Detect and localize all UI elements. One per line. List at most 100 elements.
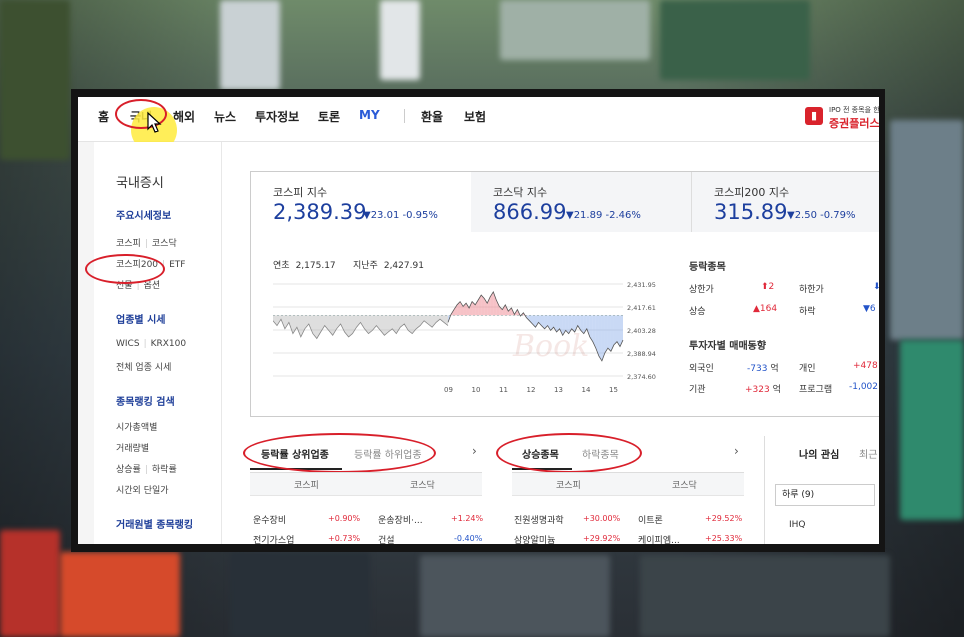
fall-label: 하락	[799, 307, 816, 317]
stock-name[interactable]: 이트론	[638, 513, 663, 526]
sidebar-link-options[interactable]: 옵션	[144, 281, 161, 291]
sidebar-link-pair: WICS | KRX100	[116, 339, 187, 349]
kospi-intraday-chart: 2,431.95 2,417.61 2,403.28 2,388.94 2,374.60…	[273, 281, 656, 394]
sidebar-gutter	[78, 142, 94, 544]
foreign-label: 외국인	[689, 364, 714, 374]
tab-kospi-index[interactable]: 코스피 지수 2,389.39 ▼23.01 -0.95%	[251, 172, 471, 232]
stock-name[interactable]: 삼양알미늄	[514, 533, 555, 544]
chart-logo-icon: ▮	[805, 107, 823, 125]
y-tick-label: 2,374.60	[627, 373, 656, 381]
sector-name[interactable]: 운수장비	[253, 513, 286, 526]
investors-title: 투자자별 매매동향	[689, 341, 767, 352]
watermark: Book	[512, 329, 589, 364]
fall-value: ▼6	[863, 304, 876, 314]
index-value: 2,389.39	[273, 200, 367, 224]
program-value: -1,002	[849, 382, 879, 392]
sidebar-link-kospi[interactable]: 코스피	[116, 239, 141, 249]
sidebar-link-after-hours[interactable]: 시간외 단일가	[116, 483, 169, 496]
sidebar-link-wics[interactable]: WICS	[116, 339, 140, 349]
sector-change: +1.24%	[451, 514, 484, 523]
institution-label: 기관	[689, 385, 706, 395]
session-area-segment	[613, 315, 617, 345]
nav-discussion[interactable]: 토론	[318, 108, 340, 125]
index-panel: 코스피 지수 2,389.39 ▼23.01 -0.95% 코스닥 지수 866…	[250, 171, 879, 417]
session-area-segment	[469, 301, 473, 316]
tab-my-interest[interactable]: 나의 관심	[799, 446, 839, 461]
chevron-right-icon[interactable]: ›	[472, 444, 477, 458]
lower-limit-icon: ⬇	[873, 282, 879, 292]
sidebar-link-krx100[interactable]: KRX100	[151, 339, 187, 349]
x-tick-label: 12	[527, 386, 536, 394]
sidebar-link-all-sectors[interactable]: 전체 업종 시세	[116, 360, 171, 373]
column-kospi: 코스피	[294, 481, 319, 491]
nav-home[interactable]: 홈	[98, 108, 109, 125]
index-change: ▼23.01 -0.95%	[363, 210, 438, 221]
stock-name[interactable]: 케이피엠...	[638, 533, 680, 544]
institution-value: +323 억	[745, 385, 781, 395]
tab-recent[interactable]: 최근	[859, 446, 877, 461]
sidebar-link-market-cap[interactable]: 시가총액별	[116, 420, 157, 433]
sidebar-section-main-quotes[interactable]: 주요시세정보	[116, 207, 171, 222]
index-name: 코스피200 지수	[714, 186, 790, 199]
nav-insurance[interactable]: 보험	[464, 108, 486, 125]
chevron-right-icon[interactable]: ›	[734, 444, 739, 458]
nav-exchange-rate[interactable]: 환율	[421, 108, 443, 125]
sidebar-link-volume[interactable]: 거래량별	[116, 441, 149, 454]
sidebar-section-ranking-search[interactable]: 종목랭킹 검색	[116, 393, 175, 408]
sidebar-link-etf[interactable]: ETF	[169, 260, 185, 270]
nav-investment-info[interactable]: 투자정보	[255, 108, 299, 125]
nav-overseas[interactable]: 해외	[173, 108, 195, 125]
session-area-segment	[502, 304, 506, 316]
stock-change: +29.52%	[705, 514, 743, 523]
rise-value: ▲164	[753, 304, 778, 314]
sector-name[interactable]: 운송장비·...	[378, 513, 423, 526]
y-tick-label: 2,431.95	[627, 281, 656, 289]
chart-y-ticks: 2,431.95 2,417.61 2,403.28 2,388.94 2,374.60	[627, 281, 656, 381]
sidebar-section-sector-quotes[interactable]: 업종별 시세	[116, 311, 165, 326]
sector-name[interactable]: 건설	[378, 533, 395, 544]
sidebar-title: 국내증시	[116, 176, 164, 191]
session-area-segment	[607, 315, 611, 352]
promo-banner[interactable]: ▮ IPO 전 종목을 한 증권플러스	[805, 105, 879, 131]
my-watchlist-box: 나의 관심 최근 하루 (9) IHQ	[764, 436, 879, 544]
sector-name[interactable]: 전기가스업	[253, 533, 294, 544]
individual-label: 개인	[799, 364, 816, 374]
watchlist-select[interactable]: 하루 (9)	[775, 484, 875, 506]
promo-caption: IPO 전 종목을 한	[829, 106, 879, 114]
x-tick-label: 15	[609, 386, 618, 394]
sector-quotes-annotation-circle	[85, 254, 165, 284]
sidebar-section-broker-ranking[interactable]: 거래원별 종목랭킹	[116, 516, 193, 531]
sidebar-link-losers[interactable]: 하락률	[152, 465, 177, 475]
sector-change: +0.73%	[328, 534, 361, 543]
rising-stocks-annotation-circle	[496, 433, 642, 473]
index-change: ▼2.50 -0.79%	[787, 210, 856, 221]
stock-change: +29.92%	[583, 534, 621, 543]
nav-news[interactable]: 뉴스	[214, 108, 236, 125]
sidebar-link-kosdaq[interactable]: 코스닥	[152, 239, 177, 249]
tab-kospi200-index[interactable]: 코스피200 지수 315.89 ▼2.50 -0.79%	[691, 172, 879, 232]
tab-kosdaq-index[interactable]: 코스닥 지수 866.99 ▼21.89 -2.46%	[471, 172, 691, 232]
nav-divider	[404, 109, 405, 123]
watchlist-item[interactable]: IHQ	[789, 520, 806, 530]
movers-title: 등락종목	[689, 262, 726, 273]
y-tick-label: 2,417.61	[627, 304, 656, 312]
sector-change: +0.90%	[328, 514, 361, 523]
index-value: 315.89	[714, 200, 788, 224]
session-area-segment	[604, 315, 608, 353]
top-sectors-annotation-circle	[243, 433, 436, 473]
sector-column-header: 코스피 코스닥	[250, 472, 482, 496]
index-change: ▼21.89 -2.46%	[566, 210, 641, 221]
pre-open-area	[273, 315, 448, 339]
stock-name[interactable]: 진원생명과학	[514, 513, 564, 526]
column-kosdaq: 코스닥	[672, 481, 697, 491]
x-tick-label: 09	[444, 386, 453, 394]
nav-my[interactable]: MY	[359, 108, 380, 122]
index-value: 866.99	[493, 200, 567, 224]
sector-change: -0.40%	[454, 534, 483, 543]
sidebar-link-gainers[interactable]: 상승률	[116, 465, 141, 475]
mouse-pointer-icon	[147, 112, 162, 133]
foreign-value: -733 억	[747, 364, 779, 374]
chart-x-ticks: 09 10 11 12 13 14 15	[444, 386, 618, 394]
y-tick-label: 2,388.94	[627, 350, 656, 358]
lower-limit-label: 하한가	[799, 285, 824, 295]
